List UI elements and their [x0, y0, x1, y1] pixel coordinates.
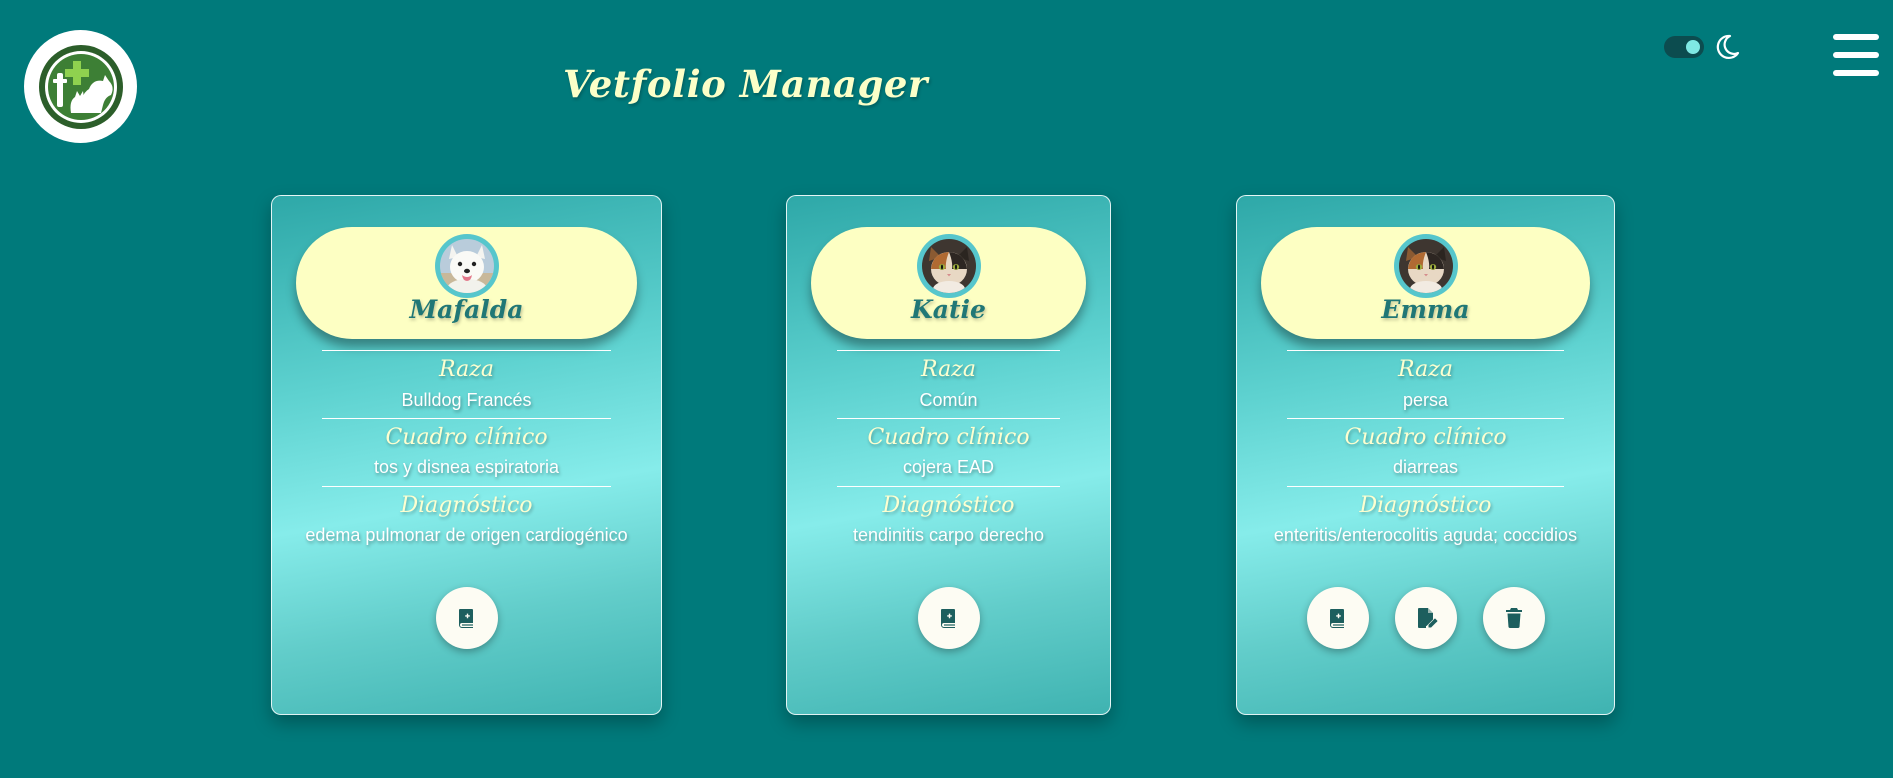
raza-value: persa	[1402, 390, 1449, 410]
cuadro-label: Cuadro clínico	[1344, 425, 1507, 450]
diagnostico-label: Diagnóstico	[400, 493, 533, 518]
cuadro-value: tos y disnea espiratoria	[373, 457, 560, 477]
diagnostico-label: Diagnóstico	[882, 493, 1015, 518]
divider	[322, 486, 611, 487]
raza-label: Raza	[1398, 357, 1453, 382]
patient-card-emma: Emma Raza persa Cuadro clínico diarreas …	[1236, 195, 1615, 715]
book-plus-icon	[1326, 606, 1350, 630]
divider	[837, 350, 1060, 351]
divider	[322, 418, 611, 419]
patient-card-katie: Katie Raza Común Cuadro clínico cojera E…	[786, 195, 1111, 715]
raza-label: Raza	[439, 357, 494, 382]
cuadro-value: diarreas	[1392, 457, 1459, 477]
add-record-button[interactable]	[1306, 587, 1369, 649]
diagnostico-value: tendinitis carpo derecho	[852, 525, 1045, 545]
divider	[837, 418, 1060, 419]
divider	[837, 486, 1060, 487]
patient-card-mafalda: Mafalda Raza Bulldog Francés Cuadro clín…	[271, 195, 662, 715]
cat-avatar-icon	[922, 239, 976, 293]
app-title: Vetfolio Manager	[563, 62, 928, 106]
card-actions	[272, 587, 661, 649]
raza-label: Raza	[921, 357, 976, 382]
pet-avatar	[916, 234, 981, 298]
edit-record-button[interactable]	[1394, 587, 1457, 649]
pet-name: Emma	[1381, 295, 1470, 324]
dog-avatar-icon	[440, 239, 494, 293]
pet-name: Katie	[911, 295, 986, 324]
hamburger-menu-icon[interactable]	[1833, 34, 1879, 76]
diagnostico-value: edema pulmonar de origen cardiogénico	[305, 525, 628, 545]
diagnostico-label: Diagnóstico	[1359, 493, 1492, 518]
add-record-button[interactable]	[917, 587, 980, 649]
vet-clinic-logo-icon[interactable]	[24, 30, 137, 143]
add-record-button[interactable]	[435, 587, 498, 649]
divider	[1287, 418, 1564, 419]
theme-toggle-switch[interactable]	[1664, 36, 1704, 58]
file-edit-icon	[1414, 606, 1438, 630]
toggle-knob	[1686, 40, 1700, 54]
book-plus-icon	[455, 606, 479, 630]
divider	[1287, 350, 1564, 351]
diagnostico-value: enteritis/enterocolitis aguda; coccidios	[1273, 525, 1578, 545]
divider	[322, 350, 611, 351]
pet-avatar	[434, 234, 499, 298]
card-header: Katie	[811, 227, 1086, 339]
divider	[1287, 486, 1564, 487]
cuadro-label: Cuadro clínico	[385, 425, 548, 450]
pet-avatar	[1393, 234, 1458, 298]
book-plus-icon	[937, 606, 961, 630]
card-actions	[787, 587, 1110, 649]
cuadro-value: cojera EAD	[902, 457, 995, 477]
cat-avatar-icon	[1399, 239, 1453, 293]
cuadro-label: Cuadro clínico	[867, 425, 1030, 450]
trash-icon	[1502, 606, 1526, 630]
moon-icon[interactable]	[1712, 32, 1742, 62]
raza-value: Común	[919, 390, 978, 410]
pet-name: Mafalda	[409, 295, 524, 324]
card-header: Mafalda	[296, 227, 637, 339]
card-header: Emma	[1261, 227, 1590, 339]
delete-record-button[interactable]	[1482, 587, 1545, 649]
raza-value: Bulldog Francés	[401, 390, 532, 410]
card-actions	[1237, 587, 1614, 649]
